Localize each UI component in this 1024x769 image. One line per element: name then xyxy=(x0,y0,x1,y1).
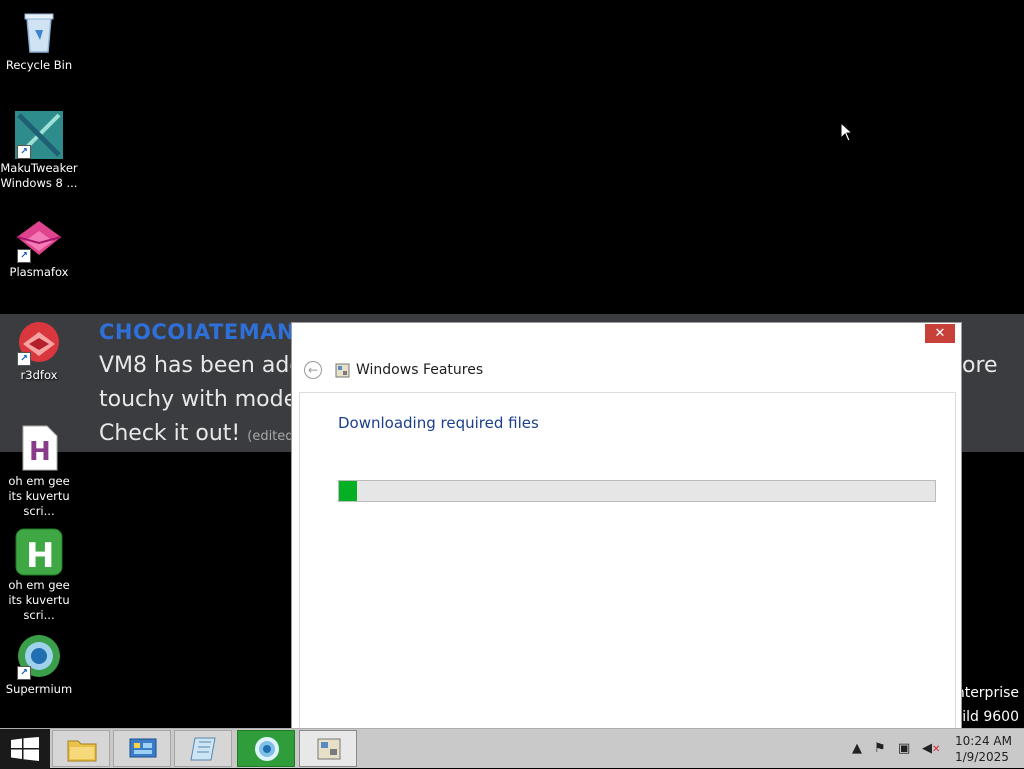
clock-date: 1/9/2025 xyxy=(955,750,1009,764)
svg-text:H: H xyxy=(29,437,51,467)
notepad-icon xyxy=(190,737,216,761)
status-text: Downloading required files xyxy=(338,414,539,432)
desktop-icon-hta-file[interactable]: H oh em gee its kuvertu scri... xyxy=(0,424,78,519)
r3dfox-icon: ↗ xyxy=(15,318,63,366)
desktop-icon-r3dfox[interactable]: ↗ r3dfox xyxy=(0,318,78,383)
supermium-icon xyxy=(255,737,279,761)
desktop-icon-recycle-bin[interactable]: Recycle Bin xyxy=(0,8,78,73)
show-hidden-icons-icon[interactable]: ▲ xyxy=(852,741,862,756)
clock-time: 10:24 AM xyxy=(955,734,1012,748)
desktop-icon-supermium[interactable]: ↗ Supermium xyxy=(0,632,78,697)
watermark-build: uild 9600 xyxy=(953,709,1019,725)
banner-line-2: touchy with moder xyxy=(99,387,307,412)
taskbar-notepad[interactable] xyxy=(174,730,232,767)
progress-bar xyxy=(338,480,936,502)
banner-line-1-right: ore xyxy=(962,353,998,378)
taskbar-supermium[interactable] xyxy=(237,730,295,767)
recycle-bin-icon xyxy=(15,8,63,56)
desktop-icon-label: Recycle Bin xyxy=(5,58,73,72)
taskbar: ▲ ⚑ ▣ ◀✕ 10:24 AM 1/9/2025 xyxy=(0,728,1024,769)
watermark-edition: nterprise xyxy=(955,685,1019,701)
clock[interactable]: 10:24 AM 1/9/2025 xyxy=(955,733,1015,765)
hta-app-icon: H xyxy=(15,528,63,576)
taskbar-file-explorer[interactable] xyxy=(52,730,110,767)
volume-muted-icon[interactable]: ◀✕ xyxy=(922,741,940,756)
dialog-content: Downloading required files xyxy=(299,392,956,737)
shortcut-arrow-icon: ↗ xyxy=(17,249,31,263)
network-icon[interactable]: ▣ xyxy=(898,741,910,756)
desktop-icon-hta-app[interactable]: H oh em gee its kuvertu scri... xyxy=(0,528,78,623)
taskbar-windows-features[interactable] xyxy=(299,730,357,767)
progress-fill xyxy=(339,481,357,501)
desktop-icon-label: oh em gee its kuvertu scri... xyxy=(8,474,70,518)
windows-features-icon xyxy=(335,363,350,378)
action-center-flag-icon[interactable]: ⚑ xyxy=(874,741,886,756)
dialog-title: Windows Features xyxy=(356,362,484,378)
file-explorer-icon xyxy=(67,740,97,762)
desktop-icon-label: Plasmafox xyxy=(9,265,69,279)
desktop-icon-plasmafox[interactable]: ↗ Plasmafox xyxy=(0,215,78,280)
windows-features-icon xyxy=(317,738,341,760)
supermium-icon: ↗ xyxy=(15,632,63,680)
mouse-cursor-icon xyxy=(840,122,854,142)
desktop-icon-label: oh em gee its kuvertu scri... xyxy=(8,578,70,622)
back-arrow-icon[interactable]: ← xyxy=(304,361,322,379)
hta-file-icon: H xyxy=(15,424,63,472)
makutweaker-icon: ↗ xyxy=(15,111,63,159)
banner-line-1: VM8 has been add xyxy=(99,353,304,378)
banner-line-3: Check it out! (edited) xyxy=(99,421,299,446)
windows-logo-icon xyxy=(11,737,39,761)
svg-text:H: H xyxy=(26,536,54,576)
windows-features-dialog: ✕ ← Windows Features Downloading require… xyxy=(291,322,962,737)
shortcut-arrow-icon: ↗ xyxy=(17,352,31,366)
control-panel-icon xyxy=(129,738,157,758)
plasmafox-icon: ↗ xyxy=(15,215,63,263)
shortcut-arrow-icon: ↗ xyxy=(17,145,31,159)
desktop-icon-makutweaker[interactable]: ↗ MakuTweaker Windows 8 ... xyxy=(0,111,78,191)
banner-line-3-text: Check it out! xyxy=(99,421,241,446)
taskbar-control-panel[interactable] xyxy=(113,730,171,767)
banner-username: CHOCOIATEMAN xyxy=(99,320,295,344)
desktop-icon-label: r3dfox xyxy=(20,368,58,382)
desktop-icon-label: Supermium xyxy=(5,682,73,696)
desktop-icon-label: MakuTweaker Windows 8 ... xyxy=(0,161,78,190)
close-button[interactable]: ✕ xyxy=(925,324,955,343)
start-button[interactable] xyxy=(0,729,50,769)
shortcut-arrow-icon: ↗ xyxy=(17,666,31,680)
